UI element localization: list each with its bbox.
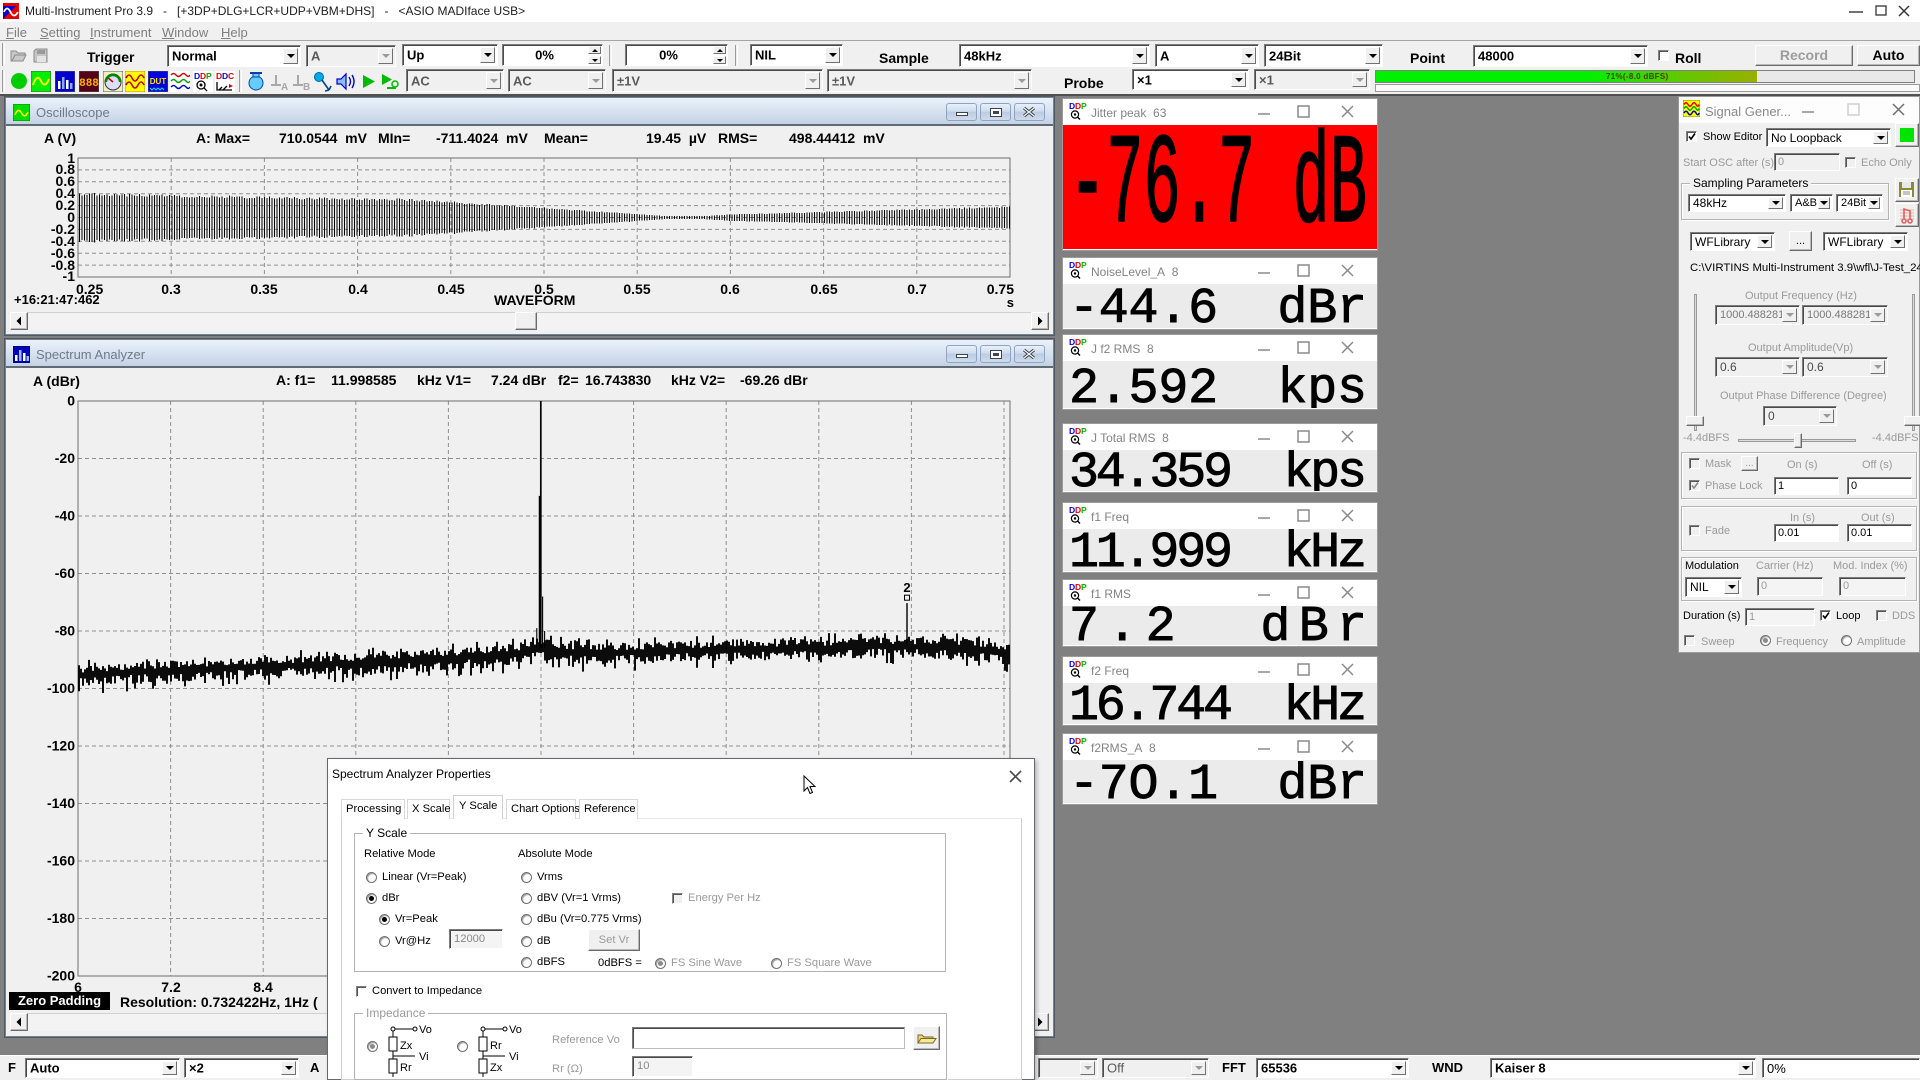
svg-text:-140: -140 <box>47 795 75 811</box>
svg-text:0.3: 0.3 <box>161 281 181 297</box>
svg-text:-76.7 dB: -76.7 dB <box>1069 125 1367 249</box>
svg-text:P: P <box>1081 427 1087 436</box>
svg-text:11.999 kHz: 11.999 kHz <box>1069 529 1367 571</box>
svg-text:P: P <box>1081 261 1087 270</box>
svg-text:Vi: Vi <box>419 1051 429 1063</box>
svg-text:2: 2 <box>903 580 910 595</box>
svg-text:-80: -80 <box>55 623 75 639</box>
svg-text:P: P <box>1081 583 1087 592</box>
svg-text:0: 0 <box>67 393 75 409</box>
svg-text:P: P <box>1081 506 1087 515</box>
svg-text:P: P <box>206 71 212 81</box>
svg-text:34.359 kps: 34.359 kps <box>1069 450 1367 491</box>
svg-text:-7O.1 dBr: -7O.1 dBr <box>1069 760 1367 803</box>
svg-text:Rr: Rr <box>490 1040 502 1052</box>
svg-text:P: P <box>1081 102 1087 111</box>
svg-text:-20: -20 <box>55 450 75 466</box>
svg-text:888: 888 <box>79 78 99 90</box>
svg-text:0.7: 0.7 <box>907 281 927 297</box>
svg-text:P: P <box>1081 737 1087 746</box>
svg-text:8.4: 8.4 <box>253 979 273 995</box>
svg-text:-40: -40 <box>55 508 75 524</box>
svg-text:0.55: 0.55 <box>623 281 650 297</box>
svg-text:-160: -160 <box>47 853 75 869</box>
svg-text:0.6: 0.6 <box>720 281 740 297</box>
svg-text:Zx: Zx <box>490 1062 503 1074</box>
svg-text:B: B <box>303 82 310 92</box>
svg-text:C: C <box>228 71 234 81</box>
svg-text:0.65: 0.65 <box>810 281 837 297</box>
svg-text:Rr: Rr <box>400 1062 412 1074</box>
svg-text:P: P <box>1081 660 1087 669</box>
svg-text:Zx: Zx <box>400 1040 413 1052</box>
svg-text:Vo: Vo <box>509 1024 522 1036</box>
svg-text:-60: -60 <box>55 565 75 581</box>
svg-text:P: P <box>1081 338 1087 347</box>
svg-text:7.2 dBr: 7.2 dBr <box>1069 606 1367 645</box>
svg-text:0.35: 0.35 <box>250 281 277 297</box>
svg-text:+16:21:47:462: +16:21:47:462 <box>14 292 100 307</box>
svg-text:0.4: 0.4 <box>348 281 368 297</box>
svg-text:-180: -180 <box>47 910 75 926</box>
svg-text:s: s <box>1007 295 1014 310</box>
svg-text:DUT: DUT <box>150 77 167 86</box>
svg-text:-200: -200 <box>47 968 75 984</box>
svg-text:WAVEFORM: WAVEFORM <box>494 292 575 308</box>
svg-text:-120: -120 <box>47 738 75 754</box>
svg-text:0.45: 0.45 <box>437 281 464 297</box>
svg-text:16.744 kHz: 16.744 kHz <box>1069 683 1367 724</box>
svg-text:-100: -100 <box>47 680 75 696</box>
svg-text:-44.6 dBr: -44.6 dBr <box>1069 284 1367 328</box>
svg-text:Vo: Vo <box>419 1024 432 1036</box>
svg-text:2.592 kps: 2.592 kps <box>1069 361 1367 408</box>
svg-text:A: A <box>281 82 288 92</box>
svg-text:Vi: Vi <box>509 1051 519 1063</box>
svg-text:-1: -1 <box>63 268 76 284</box>
svg-text:7.2: 7.2 <box>161 979 181 995</box>
